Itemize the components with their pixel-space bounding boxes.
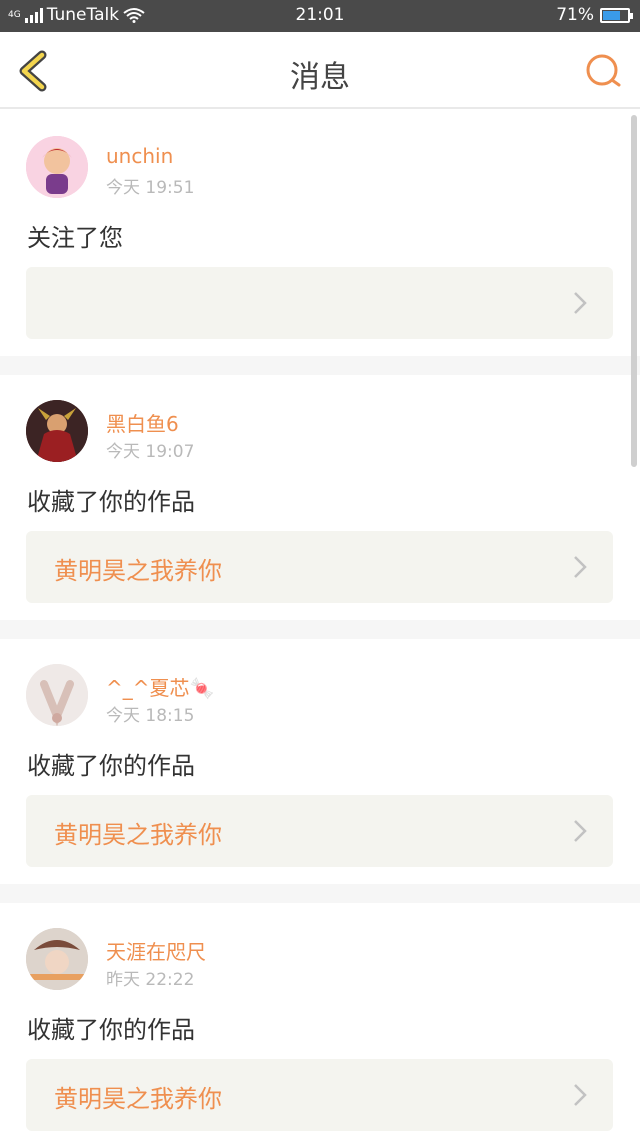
work-link[interactable]: 黄明昊之我养你 [26, 531, 613, 603]
message-card[interactable]: 黑白鱼6 今天 19:07 收藏了你的作品 黄明昊之我养你 [0, 375, 640, 620]
message-action: 收藏了你的作品 [27, 488, 195, 516]
message-time: 今天 18:15 [106, 706, 195, 726]
work-title: 黄明昊之我养你 [54, 1085, 222, 1113]
work-link[interactable]: 黄明昊之我养你 [26, 795, 613, 867]
search-icon[interactable] [584, 52, 624, 92]
work-link[interactable] [26, 267, 613, 339]
message-time: 今天 19:07 [106, 442, 195, 462]
battery-icon [600, 7, 633, 23]
page-title: 消息 [290, 60, 350, 95]
clock: 21:01 [295, 5, 345, 25]
work-link[interactable]: 黄明昊之我养你 [26, 1059, 613, 1131]
chevron-right-icon [574, 820, 587, 842]
message-action: 收藏了你的作品 [27, 1016, 195, 1044]
avatar-image [26, 400, 88, 462]
work-title: 黄明昊之我养你 [54, 557, 222, 585]
message-time: 昨天 22:22 [106, 970, 195, 990]
battery-percent: 71% [556, 5, 594, 25]
chevron-right-icon [574, 1084, 587, 1106]
avatar[interactable] [26, 928, 88, 990]
message-card[interactable]: 天涯在咫尺 昨天 22:22 收藏了你的作品 黄明昊之我养你 [0, 903, 640, 1138]
avatar[interactable] [26, 400, 88, 462]
status-bar: 4G TuneTalk 21:01 71% [0, 0, 640, 32]
message-card[interactable]: unchin 今天 19:51 关注了您 [0, 109, 640, 356]
message-time: 今天 19:51 [106, 178, 195, 198]
top-navbar: 消息 [0, 32, 640, 109]
message-card[interactable]: ^_^夏芯🍬 今天 18:15 收藏了你的作品 黄明昊之我养你 [0, 639, 640, 884]
avatar-image [26, 928, 88, 990]
battery-fill [603, 10, 620, 20]
chevron-right-icon [574, 292, 587, 314]
scrollbar[interactable] [631, 115, 637, 467]
work-title: 黄明昊之我养你 [54, 821, 222, 849]
message-action: 关注了您 [27, 224, 123, 252]
chevron-right-icon [574, 556, 587, 578]
username[interactable]: unchin [106, 144, 173, 168]
avatar-image [26, 664, 88, 726]
username[interactable]: 天涯在咫尺 [106, 936, 206, 965]
username[interactable]: 黑白鱼6 [106, 408, 179, 437]
message-action: 收藏了你的作品 [27, 752, 195, 780]
avatar[interactable] [26, 136, 88, 198]
avatar[interactable] [26, 664, 88, 726]
status-right: 71% [556, 5, 633, 25]
username[interactable]: ^_^夏芯🍬 [106, 672, 214, 701]
avatar-image [26, 136, 88, 198]
